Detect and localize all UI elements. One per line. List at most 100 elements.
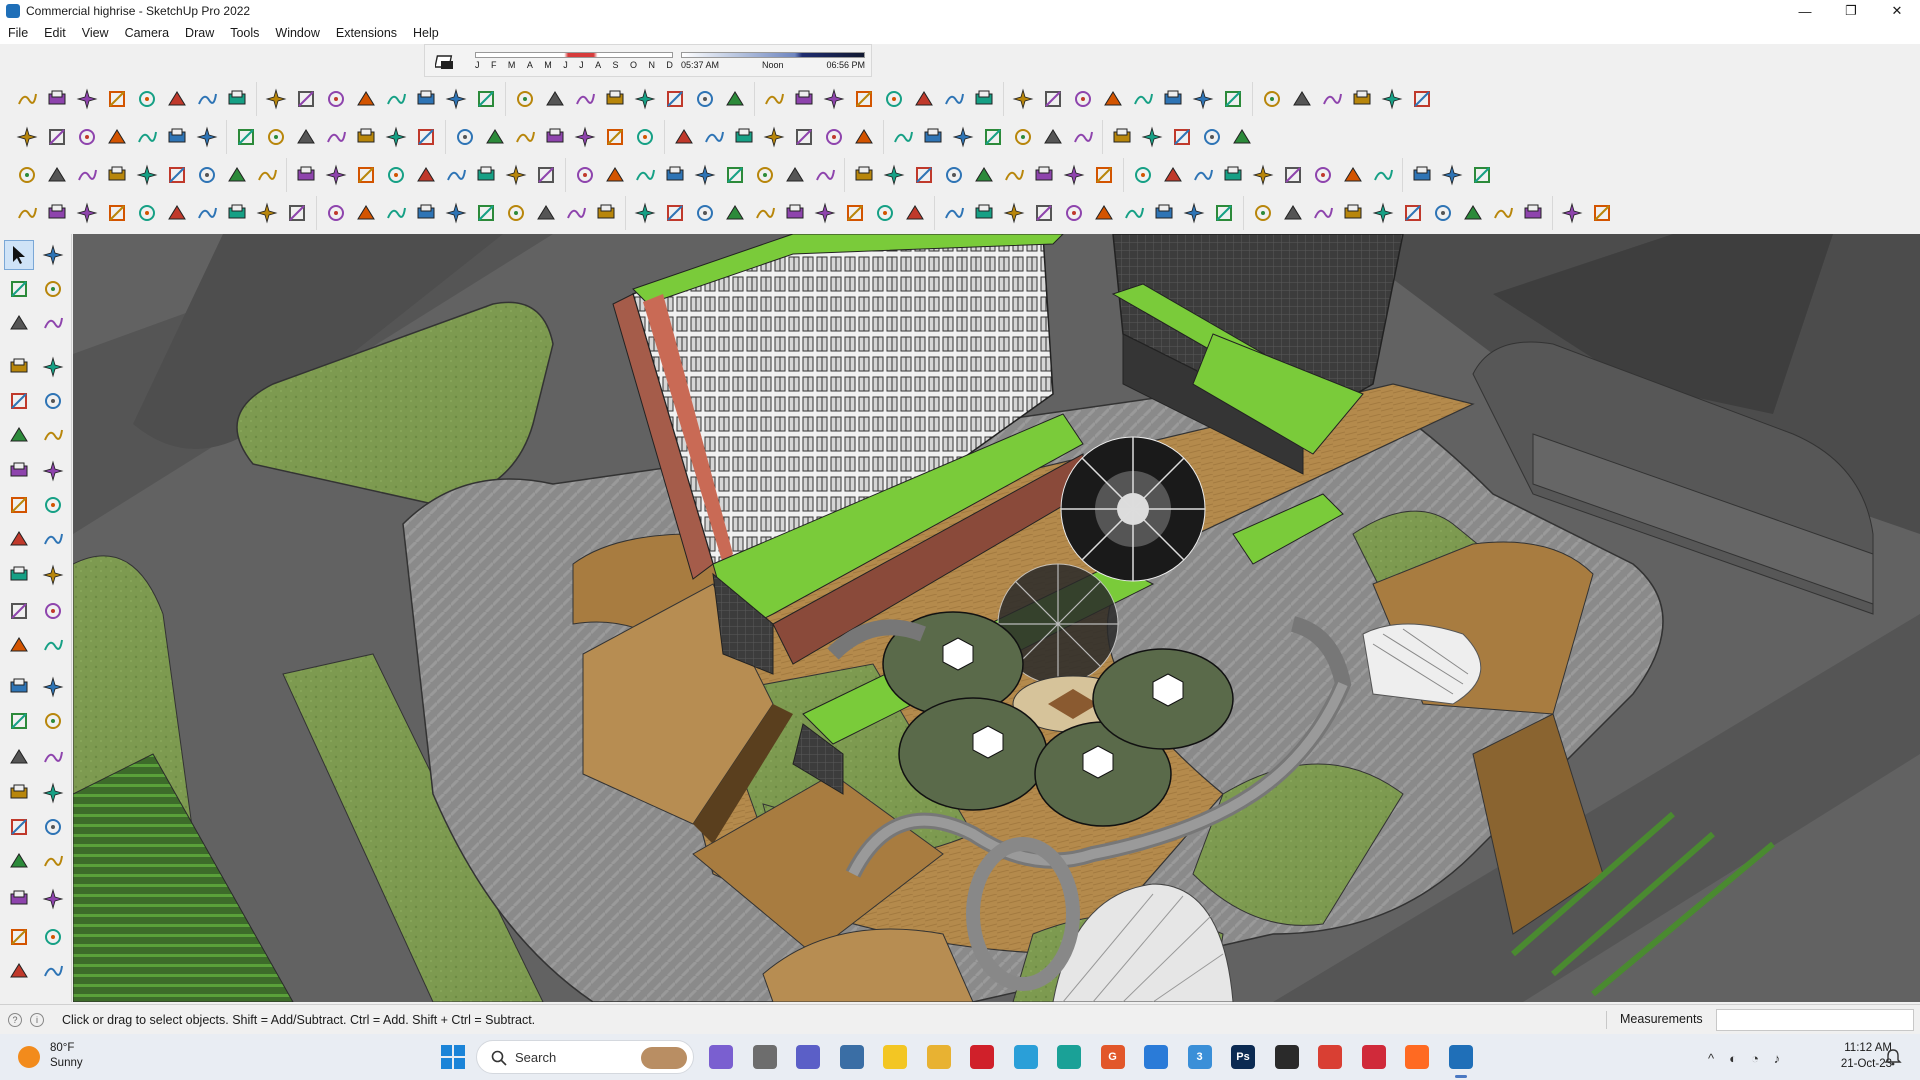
tool-icon[interactable] bbox=[1369, 161, 1397, 189]
tool-icon[interactable] bbox=[322, 199, 350, 227]
tool-icon[interactable] bbox=[232, 123, 260, 151]
tool-icon[interactable] bbox=[811, 199, 839, 227]
tool-icon[interactable] bbox=[1108, 123, 1136, 151]
tool-icon[interactable] bbox=[601, 161, 629, 189]
menu-window[interactable]: Window bbox=[267, 22, 327, 44]
taskbar-app-vector-app[interactable] bbox=[1054, 1042, 1084, 1072]
tool-icon[interactable] bbox=[871, 199, 899, 227]
tool-icon[interactable] bbox=[532, 199, 560, 227]
tool-icon[interactable] bbox=[781, 161, 809, 189]
tool-icon[interactable] bbox=[13, 123, 41, 151]
tool-icon[interactable] bbox=[511, 123, 539, 151]
tool-icon[interactable] bbox=[661, 161, 689, 189]
taskbar-app-teams[interactable] bbox=[793, 1042, 823, 1072]
tool-icon[interactable] bbox=[631, 85, 659, 113]
taskbar-app-soundcloud[interactable] bbox=[1402, 1042, 1432, 1072]
tool-icon[interactable] bbox=[38, 456, 68, 486]
tool-icon[interactable] bbox=[38, 352, 68, 382]
tool-icon[interactable] bbox=[571, 161, 599, 189]
tool-icon[interactable] bbox=[442, 161, 470, 189]
tool-icon[interactable] bbox=[133, 161, 161, 189]
tool-icon[interactable] bbox=[1228, 123, 1256, 151]
tool-icon[interactable] bbox=[631, 199, 659, 227]
tool-icon[interactable] bbox=[1279, 199, 1307, 227]
tool-icon[interactable] bbox=[13, 161, 41, 189]
tool-icon[interactable] bbox=[193, 161, 221, 189]
tool-icon[interactable] bbox=[1030, 161, 1058, 189]
tool-icon[interactable] bbox=[661, 85, 689, 113]
windows-start-icon[interactable] bbox=[440, 1044, 466, 1070]
tool-icon[interactable] bbox=[751, 199, 779, 227]
tool-icon[interactable] bbox=[1318, 85, 1346, 113]
tool-icon[interactable] bbox=[1009, 123, 1037, 151]
tool-icon[interactable] bbox=[103, 123, 131, 151]
tool-icon[interactable] bbox=[412, 199, 440, 227]
tool-icon[interactable] bbox=[820, 85, 848, 113]
tool-icon[interactable] bbox=[4, 672, 34, 702]
taskbar-app-autodesk[interactable] bbox=[1272, 1042, 1302, 1072]
tool-icon[interactable] bbox=[700, 123, 728, 151]
taskbar-app-task-view[interactable] bbox=[750, 1042, 780, 1072]
tool-icon[interactable] bbox=[38, 560, 68, 590]
tool-icon[interactable] bbox=[721, 161, 749, 189]
tool-icon[interactable] bbox=[262, 123, 290, 151]
tool-icon[interactable] bbox=[322, 123, 350, 151]
tool-icon[interactable] bbox=[1378, 85, 1406, 113]
tool-icon[interactable] bbox=[103, 199, 131, 227]
tool-icon[interactable] bbox=[820, 123, 848, 151]
tool-icon[interactable] bbox=[1249, 161, 1277, 189]
tool-icon[interactable] bbox=[1060, 161, 1088, 189]
info-icon[interactable]: i bbox=[30, 1012, 44, 1027]
tool-icon[interactable] bbox=[1150, 199, 1178, 227]
tool-icon[interactable] bbox=[38, 706, 68, 736]
tool-icon[interactable] bbox=[880, 85, 908, 113]
taskbar-app-photoshop[interactable]: Ps bbox=[1228, 1042, 1258, 1072]
tool-icon[interactable] bbox=[721, 85, 749, 113]
tool-icon[interactable] bbox=[442, 199, 470, 227]
tool-icon[interactable] bbox=[1039, 123, 1067, 151]
tool-icon[interactable] bbox=[1099, 85, 1127, 113]
tool-icon[interactable] bbox=[1219, 85, 1247, 113]
tool-icon[interactable] bbox=[133, 199, 161, 227]
taskbar-app-pinterest[interactable] bbox=[1359, 1042, 1389, 1072]
tool-icon[interactable] bbox=[571, 85, 599, 113]
tool-icon[interactable] bbox=[352, 199, 380, 227]
tool-icon[interactable] bbox=[919, 123, 947, 151]
taskbar-app-sticky-notes[interactable] bbox=[880, 1042, 910, 1072]
tool-icon[interactable] bbox=[4, 922, 34, 952]
tool-icon[interactable] bbox=[1069, 85, 1097, 113]
tool-icon[interactable] bbox=[730, 123, 758, 151]
tool-icon[interactable] bbox=[412, 85, 440, 113]
tool-icon[interactable] bbox=[4, 956, 34, 986]
tool-icon[interactable] bbox=[4, 456, 34, 486]
tool-icon[interactable] bbox=[262, 85, 290, 113]
time-slider[interactable]: 05:37 AM Noon 06:56 PM bbox=[681, 52, 865, 74]
taskbar-app-g-app[interactable]: G bbox=[1098, 1042, 1128, 1072]
tool-icon[interactable] bbox=[73, 123, 101, 151]
select-tool-icon[interactable] bbox=[4, 240, 34, 270]
geolocation-icon[interactable]: ? bbox=[8, 1012, 22, 1027]
tool-icon[interactable] bbox=[1558, 199, 1586, 227]
tool-icon[interactable] bbox=[4, 352, 34, 382]
tool-icon[interactable] bbox=[841, 199, 869, 227]
tool-icon[interactable] bbox=[1519, 199, 1547, 227]
model-viewport[interactable] bbox=[73, 234, 1920, 1002]
clock[interactable]: 11:12 AM 21-Oct-23 bbox=[1812, 1040, 1892, 1072]
tool-icon[interactable] bbox=[1408, 161, 1436, 189]
volume-icon[interactable]: ♪ bbox=[1766, 1047, 1788, 1069]
tool-icon[interactable] bbox=[4, 490, 34, 520]
tool-icon[interactable] bbox=[562, 199, 590, 227]
tool-icon[interactable] bbox=[38, 274, 68, 304]
tool-icon[interactable] bbox=[670, 123, 698, 151]
tool-icon[interactable] bbox=[1339, 199, 1367, 227]
tray-app-icon[interactable]: ◐ bbox=[1722, 1047, 1744, 1069]
tool-icon[interactable] bbox=[760, 85, 788, 113]
tool-icon[interactable] bbox=[38, 922, 68, 952]
tool-icon[interactable] bbox=[4, 560, 34, 590]
tool-icon[interactable] bbox=[283, 199, 311, 227]
close-button[interactable]: ✕ bbox=[1874, 0, 1920, 22]
tool-icon[interactable] bbox=[4, 274, 34, 304]
tool-icon[interactable] bbox=[13, 85, 41, 113]
tool-icon[interactable] bbox=[292, 85, 320, 113]
tool-icon[interactable] bbox=[163, 123, 191, 151]
